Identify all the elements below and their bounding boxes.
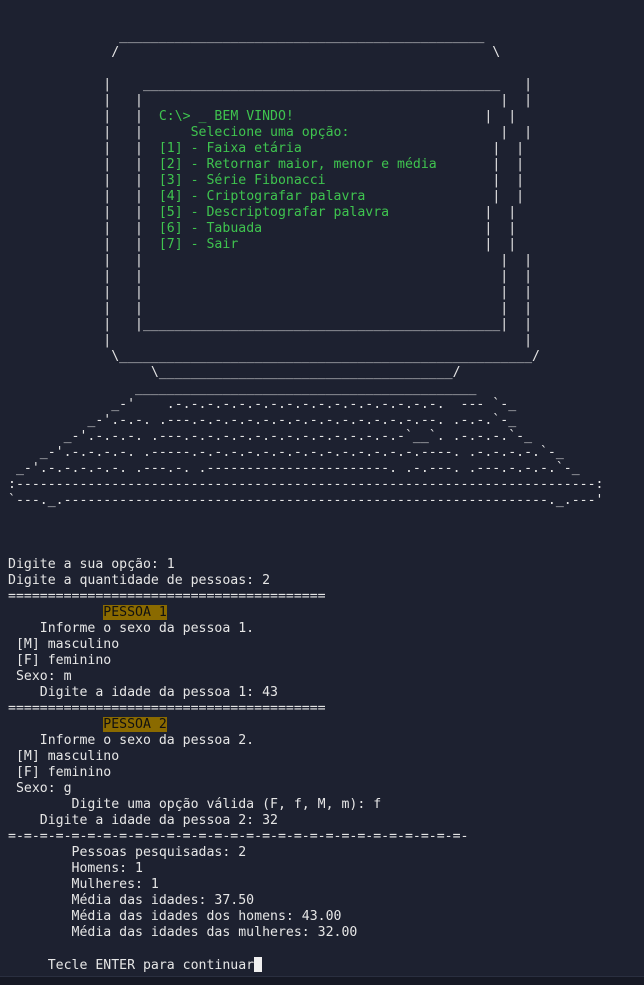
menu-option-5: [5] - Descriptografar palavra — [158, 205, 390, 220]
ascii-monitor-line: | ______________________________________… — [8, 77, 533, 92]
ascii-keyboard-line: :---------------------------------------… — [8, 477, 604, 492]
menu-option-7: [7] - Sair — [158, 237, 239, 252]
menu-line: | | [4] - Criptografar palavra | | — [8, 189, 525, 204]
menu-line: | | [2] - Retornar maior, menor e média … — [8, 157, 525, 172]
ascii-keyboard-line: _-' .-.-.-.-.-.-.-.-.-.-.-.-.-.-.-.-.-. … — [8, 397, 517, 412]
menu-option-2: [2] - Retornar maior, menor e média — [158, 157, 437, 172]
ascii-monitor-line — [8, 61, 603, 77]
text-cursor — [254, 957, 263, 972]
menu-line: | | C:\> _ BEM VINDO! | | — [8, 109, 517, 124]
continue-line[interactable]: Tecle ENTER para continuar — [8, 957, 603, 973]
ask-sex: Informe o sexo da pessoa 2. — [8, 733, 255, 748]
ascii-monitor-line: | | | | — [8, 269, 533, 284]
prompt-quantity: Digite a quantidade de pessoas: 2 — [8, 573, 271, 588]
terminal-output: ________________________________________… — [8, 29, 603, 973]
sex-input: Sexo: m — [8, 669, 72, 684]
ascii-keyboard-line: _-'.-.-.-.-. .-----.-.-.-.-.-.-.-.-.-.-.… — [8, 445, 564, 460]
sex-input: Sexo: g — [8, 781, 72, 796]
ascii-keyboard-line: _-'.-.-.-. .---.-.-.-.-.-.-.-.-.-.-.-.-.… — [8, 429, 533, 444]
menu-line: | | [6] - Tabuada | | — [8, 221, 517, 236]
prompt-option: Digite a sua opção: 1 — [8, 557, 175, 572]
ascii-monitor-stand: \_____________________________________/ — [8, 365, 461, 380]
invalid-option-message: Digite uma opção válida (F, f, M, m): f — [8, 797, 382, 812]
ascii-monitor-line: | | | | — [8, 285, 533, 300]
separator: ======================================== — [8, 701, 326, 716]
menu-line: | | Selecione uma opção: | | — [8, 125, 533, 140]
ask-sex: Informe o sexo da pessoa 1. — [8, 621, 255, 636]
menu-line: | | [5] - Descriptografar palavra | | — [8, 205, 517, 220]
option-male: [M] masculino — [8, 637, 120, 652]
ascii-monitor-line: | | | | — [8, 93, 533, 108]
option-male: [M] masculino — [8, 749, 120, 764]
separator: ======================================== — [8, 589, 326, 604]
ascii-keyboard-line: ________________________________________… — [8, 381, 477, 396]
ascii-monitor-line: / \ — [8, 45, 501, 60]
ascii-keyboard-line: _-'.-.-. .---.-.-.-.-.-.-.-.-.-.-.-.-.-.… — [8, 413, 517, 428]
menu-line: | | [3] - Série Fibonacci | | — [8, 173, 525, 188]
ascii-monitor-line: ________________________________________… — [8, 29, 485, 44]
menu-select-prompt: Selecione uma opção: — [158, 125, 350, 140]
ascii-monitor-line: \_______________________________________… — [8, 349, 540, 364]
option-female: [F] feminino — [8, 765, 112, 780]
menu-welcome: C:\> _ BEM VINDO! — [158, 109, 294, 124]
summary-total: Pessoas pesquisadas: 2 — [8, 845, 247, 860]
menu-option-3: [3] - Série Fibonacci — [158, 173, 326, 188]
menu-line: | | [1] - Faixa etária | | — [8, 141, 525, 156]
summary-men: Homens: 1 — [8, 861, 143, 876]
age-input: Digite a idade da pessoa 1: 43 — [8, 685, 278, 700]
continue-prompt: Tecle ENTER para continuar — [8, 958, 255, 973]
ascii-monitor-line: | | — [8, 333, 533, 348]
ascii-monitor-line: | |_____________________________________… — [8, 317, 533, 332]
menu-option-1: [1] - Faixa etária — [158, 141, 302, 156]
menu-option-6: [6] - Tabuada — [158, 221, 263, 236]
summary-separator: =-=-=-=-=-=-=-=-=-=-=-=-=-=-=-=-=-=-=-=-… — [8, 829, 469, 844]
ascii-monitor-line: | | | | — [8, 253, 533, 268]
summary-avg-age: Média das idades: 37.50 — [8, 893, 255, 908]
ascii-keyboard-line: _-'.-.-.-.-.-. .---.-. .----------------… — [8, 461, 580, 476]
summary-avg-age-women: Média das idades das mulheres: 32.00 — [8, 925, 358, 940]
menu-option-4: [4] - Criptografar palavra — [158, 189, 366, 204]
ascii-keyboard-line: `---._.---------------------------------… — [8, 493, 604, 508]
person-title-line: PESSOA 2 — [8, 717, 603, 733]
ascii-monitor-line: | | | | — [8, 301, 533, 316]
window-bottom-edge — [0, 976, 644, 985]
summary-women: Mulheres: 1 — [8, 877, 159, 892]
menu-line: | | [7] - Sair | | — [8, 237, 517, 252]
summary-avg-age-men: Média das idades dos homens: 43.00 — [8, 909, 342, 924]
person-title: PESSOA 1 — [103, 605, 167, 620]
age-input: Digite a idade da pessoa 2: 32 — [8, 813, 278, 828]
person-title: PESSOA 2 — [103, 717, 167, 732]
person-title-line: PESSOA 1 — [8, 605, 603, 621]
option-female: [F] feminino — [8, 653, 112, 668]
